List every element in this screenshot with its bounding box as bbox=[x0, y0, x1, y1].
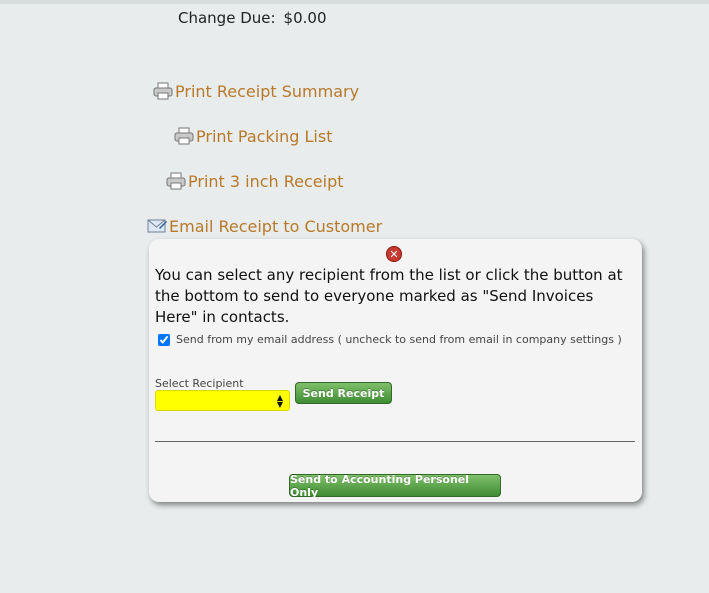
send-from-my-email-option[interactable]: Send from my email address ( uncheck to … bbox=[158, 333, 622, 346]
print-3-inch-receipt-link[interactable]: Print 3 inch Receipt bbox=[166, 171, 344, 191]
select-recipient-label: Select Recipient bbox=[155, 377, 244, 390]
print-3-inch-receipt-label: Print 3 inch Receipt bbox=[188, 171, 344, 191]
send-to-accounting-button[interactable]: Send to Accounting Personel Only bbox=[289, 473, 501, 499]
send-receipt-button[interactable]: Send Receipt bbox=[295, 382, 392, 404]
divider bbox=[155, 441, 635, 442]
printer-icon bbox=[174, 126, 194, 146]
print-packing-list-link[interactable]: Print Packing List bbox=[174, 126, 332, 146]
print-receipt-summary-label: Print Receipt Summary bbox=[175, 81, 360, 101]
print-packing-list-label: Print Packing List bbox=[196, 126, 333, 146]
email-receipt-panel: ✕ You can select any recipient from the … bbox=[149, 239, 642, 502]
close-icon[interactable]: ✕ bbox=[386, 246, 402, 262]
recipient-select[interactable]: ▲ ▼ bbox=[155, 390, 290, 411]
email-icon bbox=[147, 216, 167, 236]
top-edge-bar bbox=[0, 0, 709, 4]
select-arrows-icon: ▲ ▼ bbox=[276, 393, 283, 409]
panel-message: You can select any recipient from the li… bbox=[155, 266, 623, 326]
change-due-value: $0.00 bbox=[283, 9, 327, 27]
send-from-my-email-checkbox[interactable] bbox=[158, 333, 170, 346]
send-from-my-email-label: Send from my email address ( uncheck to … bbox=[176, 333, 622, 346]
email-receipt-link[interactable]: Email Receipt to Customer bbox=[147, 216, 382, 236]
change-due-label: Change Due: bbox=[178, 9, 276, 27]
printer-icon bbox=[153, 81, 173, 101]
print-receipt-summary-link[interactable]: Print Receipt Summary bbox=[153, 81, 359, 101]
printer-icon bbox=[166, 171, 186, 191]
change-due: Change Due: $0.00 bbox=[178, 9, 327, 27]
email-receipt-label: Email Receipt to Customer bbox=[169, 216, 383, 236]
